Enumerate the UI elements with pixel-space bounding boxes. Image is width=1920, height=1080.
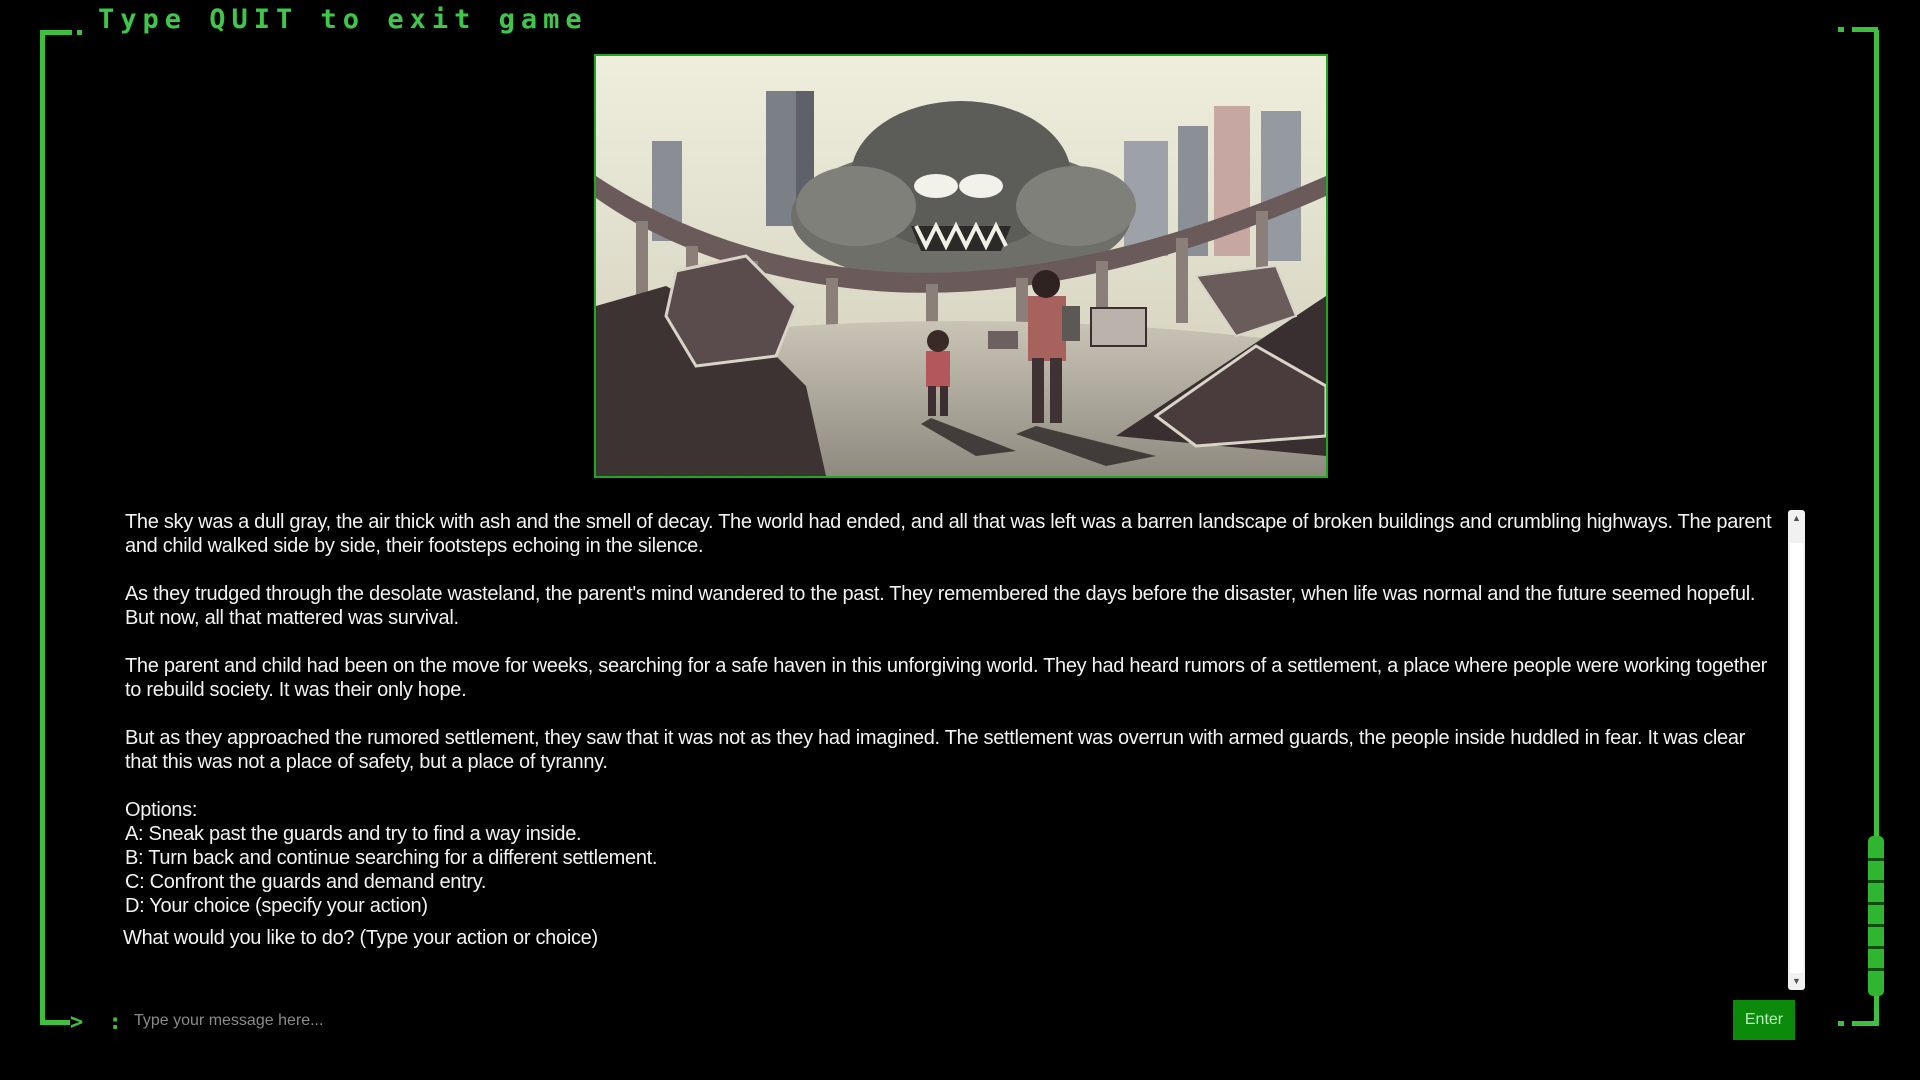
story-scrollbar[interactable]: ▲ ▼ xyxy=(1788,510,1805,990)
prompt-arrow-icon: > xyxy=(70,1010,90,1035)
scroll-down-arrow-icon[interactable]: ▼ xyxy=(1788,973,1805,990)
enter-button[interactable]: Enter xyxy=(1733,1000,1795,1040)
story-log[interactable]: The sky was a dull gray, the air thick w… xyxy=(120,510,1780,990)
frame-left-top-corner xyxy=(40,30,72,35)
frame-left-top-dot xyxy=(77,30,82,35)
frame-slider-handle xyxy=(1868,836,1884,996)
action-question: What would you like to do? (Type your ac… xyxy=(123,927,598,949)
options-list: Options: A: Sneak past the guards and tr… xyxy=(125,798,1780,918)
frame-right-top-dot xyxy=(1838,27,1844,32)
prompt-indicator: > : xyxy=(70,1010,128,1035)
scene-illustration xyxy=(596,56,1326,476)
story-paragraph: The sky was a dull gray, the air thick w… xyxy=(125,511,1772,557)
frame-right-top-corner xyxy=(1852,27,1878,32)
frame-right-bottom-dot xyxy=(1838,1021,1844,1026)
option-c: C: Confront the guards and demand entry. xyxy=(125,871,487,893)
story-paragraph: As they trudged through the desolate was… xyxy=(125,583,1756,629)
exit-instruction-title: Type QUIT to exit game xyxy=(98,4,588,35)
message-input[interactable] xyxy=(126,1004,1742,1038)
options-label: Options: xyxy=(125,799,198,821)
option-a: A: Sneak past the guards and try to find… xyxy=(125,823,582,845)
prompt-separator: : xyxy=(108,1010,128,1035)
frame-right-bottom-corner xyxy=(1852,1021,1878,1026)
frame-left-bottom-corner xyxy=(40,1020,70,1025)
option-d: D: Your choice (specify your action) xyxy=(125,895,428,917)
story-paragraph: But as they approached the rumored settl… xyxy=(125,727,1746,773)
frame-left-border xyxy=(40,34,45,1024)
option-b: B: Turn back and continue searching for … xyxy=(125,847,658,869)
scrollbar-thumb[interactable] xyxy=(1790,543,1803,973)
scroll-up-arrow-icon[interactable]: ▲ xyxy=(1788,510,1805,527)
story-paragraph: The parent and child had been on the mov… xyxy=(125,655,1768,701)
pixel-art-apocalypse-scene xyxy=(594,54,1328,478)
